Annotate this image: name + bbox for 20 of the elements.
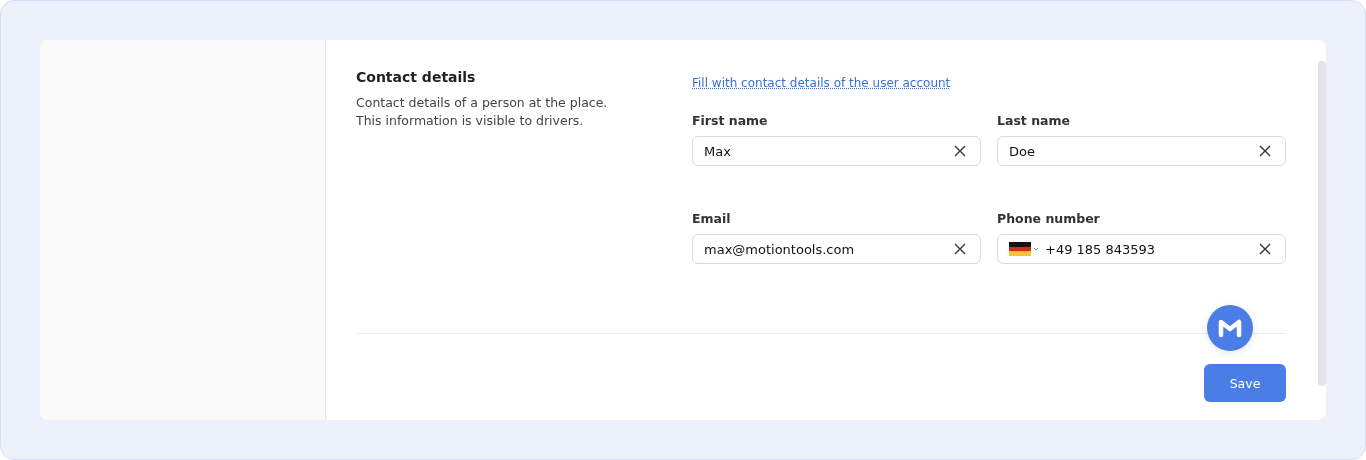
field-label: First name xyxy=(692,113,769,128)
field-label: Last name xyxy=(997,113,1071,128)
flag-icon[interactable] xyxy=(1009,242,1039,256)
clear-icon[interactable] xyxy=(1259,145,1271,157)
section-title: Contact details xyxy=(356,69,477,85)
input-field[interactable]: max@motiontools.com xyxy=(692,234,981,264)
clear-icon[interactable] xyxy=(954,243,966,255)
input-field[interactable]: Max xyxy=(692,136,981,166)
field-label: Phone number xyxy=(997,211,1101,226)
logo-icon xyxy=(1218,318,1242,338)
input-field[interactable]: +49 185 843593 xyxy=(997,234,1286,264)
save-button[interactable]: Save xyxy=(1204,364,1286,402)
field-label: Email xyxy=(692,211,732,226)
clear-icon[interactable] xyxy=(1259,243,1271,255)
clear-icon[interactable] xyxy=(954,145,966,157)
chat-launcher-button[interactable] xyxy=(1207,305,1253,351)
fill-link[interactable]: Fill with contact details of the user account xyxy=(692,76,951,90)
input-field[interactable]: Doe xyxy=(997,136,1286,166)
section-description: Contact details of a person at the place. This information is visible to drivers. xyxy=(356,94,609,130)
scrollbar[interactable] xyxy=(1318,61,1326,386)
